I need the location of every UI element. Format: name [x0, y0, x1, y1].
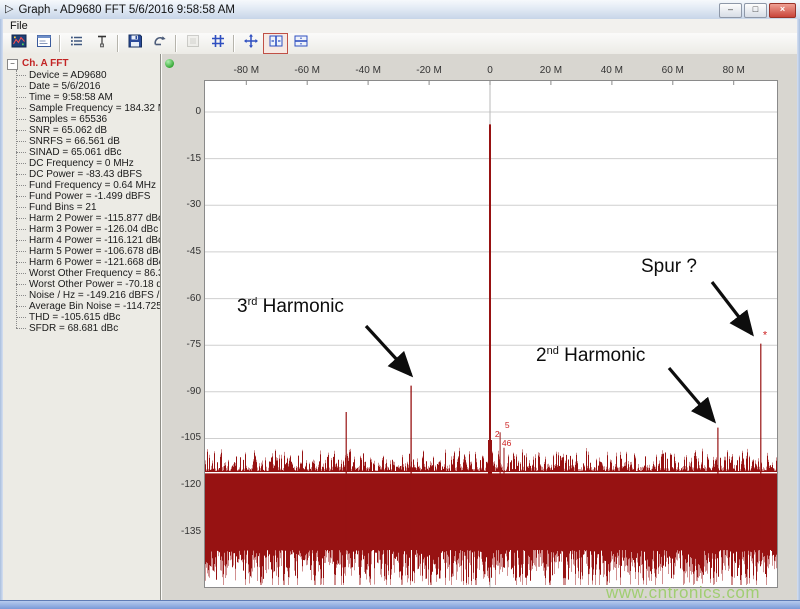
- tree-item[interactable]: DC Power = -83.43 dBFS: [15, 169, 160, 180]
- tree-items: Device = AD9680 Date = 5/6/2016 Time = 9:5…: [15, 70, 160, 334]
- tree-item[interactable]: Sample Frequency = 184.32 MHz: [15, 103, 160, 114]
- tree-item[interactable]: DC Frequency = 0 MHz: [15, 158, 160, 169]
- y-tick-label: 0: [195, 106, 201, 117]
- tree-item[interactable]: SFDR = 68.681 dBc: [15, 323, 160, 334]
- split-vertical-icon: [293, 33, 309, 54]
- save-icon: [127, 33, 143, 54]
- toolbar-separator: [233, 35, 235, 52]
- toolbar-separator: [175, 35, 177, 52]
- menu-bar: File: [3, 19, 797, 34]
- split-horizontal-icon: [268, 33, 284, 54]
- x-tick-label: 40 M: [600, 65, 623, 76]
- toolbar-separator: [117, 35, 119, 52]
- window-controls: – □ ×: [719, 3, 796, 18]
- y-tick-label: -135: [180, 525, 201, 537]
- tree-item[interactable]: Harm 4 Power = -116.121 dBc: [15, 235, 160, 246]
- second-harmonic-label-arrow: [667, 366, 717, 424]
- minimize-button[interactable]: –: [719, 3, 742, 18]
- watermark: www.cntronics.com: [606, 583, 760, 602]
- list-view-button[interactable]: [64, 33, 89, 54]
- list-view-icon: [69, 33, 85, 54]
- spur-label: Spur ?: [641, 256, 697, 277]
- tree-item[interactable]: Average Bin Noise = -114.725 dBFS: [15, 301, 160, 312]
- save-button[interactable]: [122, 33, 147, 54]
- title-bar[interactable]: ▷ Graph - AD9680 FFT 5/6/2016 9:58:58 AM: [0, 0, 800, 20]
- tree-item[interactable]: THD = -105.615 dBc: [15, 312, 160, 323]
- close-button[interactable]: ×: [769, 3, 796, 18]
- third-harmonic-label-arrow: [364, 324, 414, 378]
- fft-plot[interactable]: * 5246: [204, 80, 778, 588]
- x-tick-label: 60 M: [661, 65, 684, 76]
- tree-item[interactable]: Harm 6 Power = -121.668 dBc: [15, 257, 160, 268]
- maximize-button[interactable]: □: [744, 3, 767, 18]
- y-tick-label: -75: [186, 339, 201, 351]
- tree-item[interactable]: Worst Other Power = -70.18 dBFS: [15, 279, 160, 290]
- grid-pane-button[interactable]: [205, 33, 230, 54]
- x-tick-label: 80 M: [722, 65, 745, 76]
- tree-item[interactable]: Device = AD9680: [15, 70, 160, 81]
- tree-root[interactable]: − Ch. A FFT: [7, 58, 160, 70]
- x-tick-label: -60 M: [294, 65, 320, 76]
- split-horizontal-button[interactable]: [263, 33, 288, 54]
- x-tick-label: -80 M: [233, 65, 260, 76]
- tree-item[interactable]: Samples = 65536: [15, 114, 160, 125]
- window-left-border: [0, 19, 3, 601]
- x-tick-label: 20 M: [539, 65, 563, 76]
- toolbar: [3, 33, 797, 55]
- probe-cursor-icon: [94, 33, 110, 54]
- tree-item[interactable]: Fund Power = -1.499 dBFS: [15, 191, 160, 202]
- y-tick-label: -60: [186, 292, 201, 304]
- grid-pane-icon: [210, 33, 226, 54]
- x-tick-label: -20 M: [416, 65, 442, 76]
- export-button[interactable]: [147, 33, 172, 54]
- tree-item[interactable]: Fund Bins = 21: [15, 202, 160, 213]
- measurement-tree-panel: − Ch. A FFT Device = AD9680 Date = 5/6/20…: [3, 54, 161, 601]
- y-tick-label: -105: [180, 432, 201, 444]
- tree-item[interactable]: Harm 3 Power = -126.04 dBc: [15, 224, 160, 235]
- tree-collapse-icon[interactable]: −: [7, 58, 18, 70]
- toolbar-separator: [59, 35, 61, 52]
- x-tick-label: 0: [487, 65, 493, 76]
- bin-marker: 5: [505, 420, 510, 430]
- y-tick-label: -120: [180, 479, 201, 491]
- tree-item[interactable]: Date = 5/6/2016: [15, 81, 160, 92]
- spur-marker: *: [763, 330, 768, 342]
- probe-cursor-button[interactable]: [89, 33, 114, 54]
- tree-item[interactable]: SNRFS = 66.561 dB: [15, 136, 160, 147]
- app-icon: ▷: [5, 3, 14, 15]
- single-pane-button[interactable]: [180, 33, 205, 54]
- form-view-icon: [36, 33, 52, 54]
- bin-marker: 46: [502, 438, 512, 448]
- tree-item[interactable]: SNR = 65.062 dB: [15, 125, 160, 136]
- window-title: Graph - AD9680 FFT 5/6/2016 9:58:58 AM: [18, 3, 235, 16]
- export-icon: [152, 33, 168, 54]
- tree-item[interactable]: Harm 5 Power = -106.678 dBc: [15, 246, 160, 257]
- single-pane-icon: [185, 33, 201, 54]
- bin-marker: 2: [495, 429, 500, 439]
- split-vertical-button[interactable]: [288, 33, 313, 54]
- y-tick-label: -30: [186, 199, 201, 211]
- pan-arrows-icon: [243, 33, 259, 54]
- x-tick-label: -40 M: [355, 65, 381, 76]
- fft-chart-button[interactable]: [6, 33, 31, 54]
- form-view-button[interactable]: [31, 33, 56, 54]
- menu-file[interactable]: File: [3, 19, 35, 33]
- y-tick-label: -15: [186, 152, 201, 164]
- second-harmonic-label: 2nd Harmonic: [536, 345, 646, 366]
- tree-item[interactable]: Worst Other Frequency = 86.31 MHz: [15, 268, 160, 279]
- y-tick-label: -45: [186, 245, 201, 257]
- y-tick-label: -90: [186, 385, 201, 397]
- tree-item[interactable]: Fund Frequency = 0.64 MHz: [15, 180, 160, 191]
- application-window: ▷ Graph - AD9680 FFT 5/6/2016 9:58:58 AM…: [0, 0, 800, 609]
- tree-item[interactable]: SINAD = 65.061 dBc: [15, 147, 160, 158]
- tree-root-label: Ch. A FFT: [22, 58, 69, 69]
- pan-arrows-button[interactable]: [238, 33, 263, 54]
- spur-label-arrow: [710, 281, 754, 337]
- third-harmonic-label: 3rd Harmonic: [237, 296, 344, 317]
- fft-chart-icon: [11, 33, 27, 54]
- tree-item[interactable]: Harm 2 Power = -115.877 dBc: [15, 213, 160, 224]
- run-indicator-icon: [165, 59, 174, 68]
- tree-item[interactable]: Noise / Hz = -149.216 dBFS / Hz: [15, 290, 160, 301]
- tree-item[interactable]: Time = 9:58:58 AM: [15, 92, 160, 103]
